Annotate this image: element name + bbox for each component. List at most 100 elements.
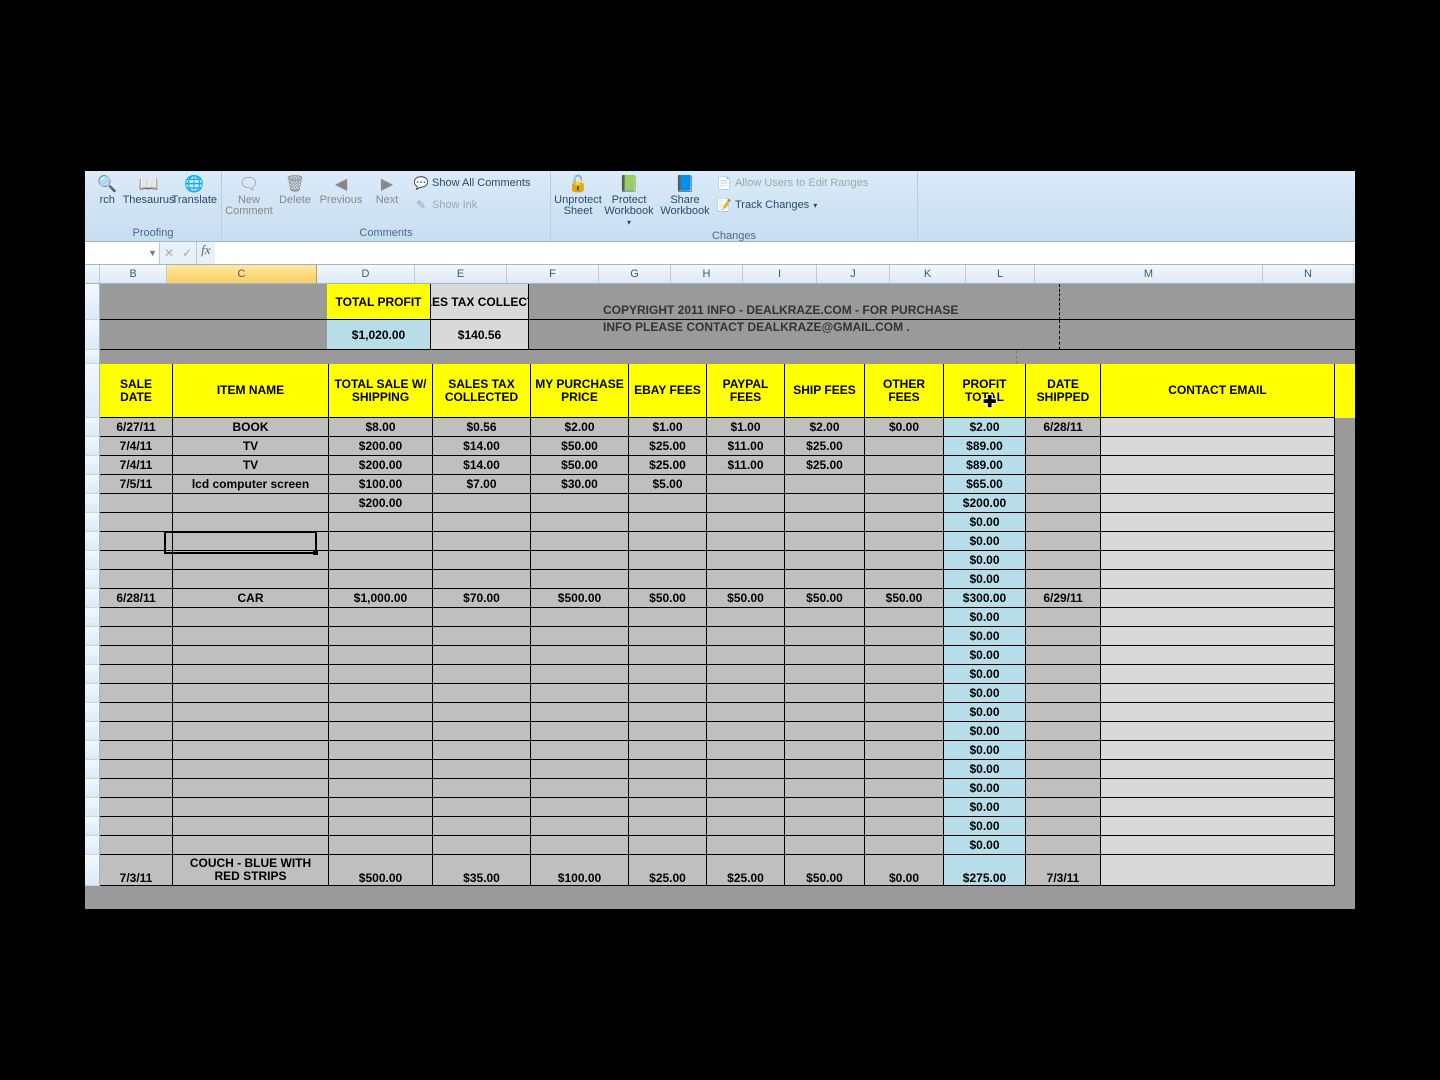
cell-J-7[interactable] xyxy=(865,551,944,570)
cell-C-7[interactable] xyxy=(173,551,329,570)
cell[interactable] xyxy=(1091,350,1324,364)
cell-B-9[interactable]: 6/28/11 xyxy=(100,589,173,608)
cell-G-0[interactable]: $1.00 xyxy=(629,418,707,437)
row-header[interactable] xyxy=(85,418,100,437)
row-header[interactable] xyxy=(85,570,100,589)
cell-E-1[interactable]: $14.00 xyxy=(433,437,531,456)
cell-B-1[interactable]: 7/4/11 xyxy=(100,437,173,456)
cell[interactable] xyxy=(1335,741,1355,760)
cell-F-4[interactable] xyxy=(531,494,629,513)
col-header-E[interactable]: SALES TAX COLLECTED xyxy=(433,364,531,418)
cell-B-3[interactable]: 7/5/11 xyxy=(100,475,173,494)
column-header-M[interactable]: M xyxy=(1035,265,1263,283)
cell-K-5[interactable]: $0.00 xyxy=(944,513,1026,532)
cell-M-20[interactable] xyxy=(1101,798,1335,817)
cell-H-12[interactable] xyxy=(707,646,785,665)
cell-I-2[interactable]: $25.00 xyxy=(785,456,865,475)
cell-E-0[interactable]: $0.56 xyxy=(433,418,531,437)
row-header[interactable] xyxy=(85,627,100,646)
row-header[interactable] xyxy=(85,703,100,722)
cell-M-partial[interactable] xyxy=(1101,855,1335,886)
cell-G-13[interactable] xyxy=(629,665,707,684)
cell-E-16[interactable] xyxy=(433,722,531,741)
cell[interactable] xyxy=(1335,722,1355,741)
cell-L-22[interactable] xyxy=(1026,836,1101,855)
cell-E-9[interactable]: $70.00 xyxy=(433,589,531,608)
cell-G-5[interactable] xyxy=(629,513,707,532)
cell-H-8[interactable] xyxy=(707,570,785,589)
cell-I-4[interactable] xyxy=(785,494,865,513)
cell-J-0[interactable]: $0.00 xyxy=(865,418,944,437)
sales-tax-label[interactable]: SALES TAX COLLECTED xyxy=(431,284,529,320)
col-header-I[interactable]: SHIP FEES xyxy=(785,364,865,418)
col-header-B[interactable]: SALE DATE xyxy=(100,364,173,418)
cell-F-18[interactable] xyxy=(531,760,629,779)
cell-M-12[interactable] xyxy=(1101,646,1335,665)
total-profit-value[interactable]: $1,020.00 xyxy=(327,320,431,350)
cell-C-0[interactable]: BOOK xyxy=(173,418,329,437)
cell-G-10[interactable] xyxy=(629,608,707,627)
cell-G-3[interactable]: $5.00 xyxy=(629,475,707,494)
cell-E-10[interactable] xyxy=(433,608,531,627)
row-header[interactable] xyxy=(85,722,100,741)
cell-I-22[interactable] xyxy=(785,836,865,855)
cell-J-10[interactable] xyxy=(865,608,944,627)
cell-L-16[interactable] xyxy=(1026,722,1101,741)
cell-E-3[interactable]: $7.00 xyxy=(433,475,531,494)
name-box[interactable]: ▼ xyxy=(85,242,160,264)
cell-G-9[interactable]: $50.00 xyxy=(629,589,707,608)
row-header[interactable] xyxy=(85,551,100,570)
cell[interactable] xyxy=(1335,437,1355,456)
cell-K-2[interactable]: $89.00 xyxy=(944,456,1026,475)
cell-K-19[interactable]: $0.00 xyxy=(944,779,1026,798)
cell-C-2[interactable]: TV xyxy=(173,456,329,475)
cell-E-22[interactable] xyxy=(433,836,531,855)
cell-E-4[interactable] xyxy=(433,494,531,513)
row-header[interactable] xyxy=(85,608,100,627)
cell[interactable] xyxy=(1335,589,1355,608)
cell-K-9[interactable]: $300.00 xyxy=(944,589,1026,608)
cell-H-17[interactable] xyxy=(707,741,785,760)
cell[interactable] xyxy=(1335,570,1355,589)
cell-G-4[interactable] xyxy=(629,494,707,513)
cell-D-10[interactable] xyxy=(329,608,433,627)
cell-J-2[interactable] xyxy=(865,456,944,475)
cell-F-22[interactable] xyxy=(531,836,629,855)
cell-C-3[interactable]: lcd computer screen xyxy=(173,475,329,494)
cell-I-8[interactable] xyxy=(785,570,865,589)
col-header-K[interactable]: PROFIT TOTAL xyxy=(944,364,1026,418)
cell[interactable] xyxy=(1134,320,1355,350)
cell-G-15[interactable] xyxy=(629,703,707,722)
cell-K-12[interactable]: $0.00 xyxy=(944,646,1026,665)
cell[interactable] xyxy=(701,350,778,364)
cell-D-9[interactable]: $1,000.00 xyxy=(329,589,433,608)
row-header[interactable] xyxy=(85,284,100,320)
cell-H-11[interactable] xyxy=(707,627,785,646)
cell-E-20[interactable] xyxy=(433,798,531,817)
cell-G-14[interactable] xyxy=(629,684,707,703)
cell-D-11[interactable] xyxy=(329,627,433,646)
cell-E-18[interactable] xyxy=(433,760,531,779)
cell-B-10[interactable] xyxy=(100,608,173,627)
cell-M-0[interactable] xyxy=(1101,418,1335,437)
share-workbook-button[interactable]: 📘 Share Workbook xyxy=(657,171,713,217)
cell-L-14[interactable] xyxy=(1026,684,1101,703)
cell-K-17[interactable]: $0.00 xyxy=(944,741,1026,760)
cell-I-13[interactable] xyxy=(785,665,865,684)
cell-C-19[interactable] xyxy=(173,779,329,798)
cell-I-17[interactable] xyxy=(785,741,865,760)
row-header[interactable] xyxy=(85,817,100,836)
cell[interactable] xyxy=(1335,836,1355,855)
cell-C-22[interactable] xyxy=(173,836,329,855)
cell-I-16[interactable] xyxy=(785,722,865,741)
cell[interactable] xyxy=(1016,350,1091,364)
column-header-H[interactable]: H xyxy=(671,265,743,283)
cell-C-partial[interactable]: COUCH - BLUE WITH RED STRIPS xyxy=(173,855,329,886)
cell-L-12[interactable] xyxy=(1026,646,1101,665)
row-header[interactable] xyxy=(85,513,100,532)
column-header-N[interactable]: N xyxy=(1263,265,1354,283)
cell-B-4[interactable] xyxy=(100,494,173,513)
cell-K-20[interactable]: $0.00 xyxy=(944,798,1026,817)
cell-H-14[interactable] xyxy=(707,684,785,703)
row-header[interactable] xyxy=(85,350,100,364)
